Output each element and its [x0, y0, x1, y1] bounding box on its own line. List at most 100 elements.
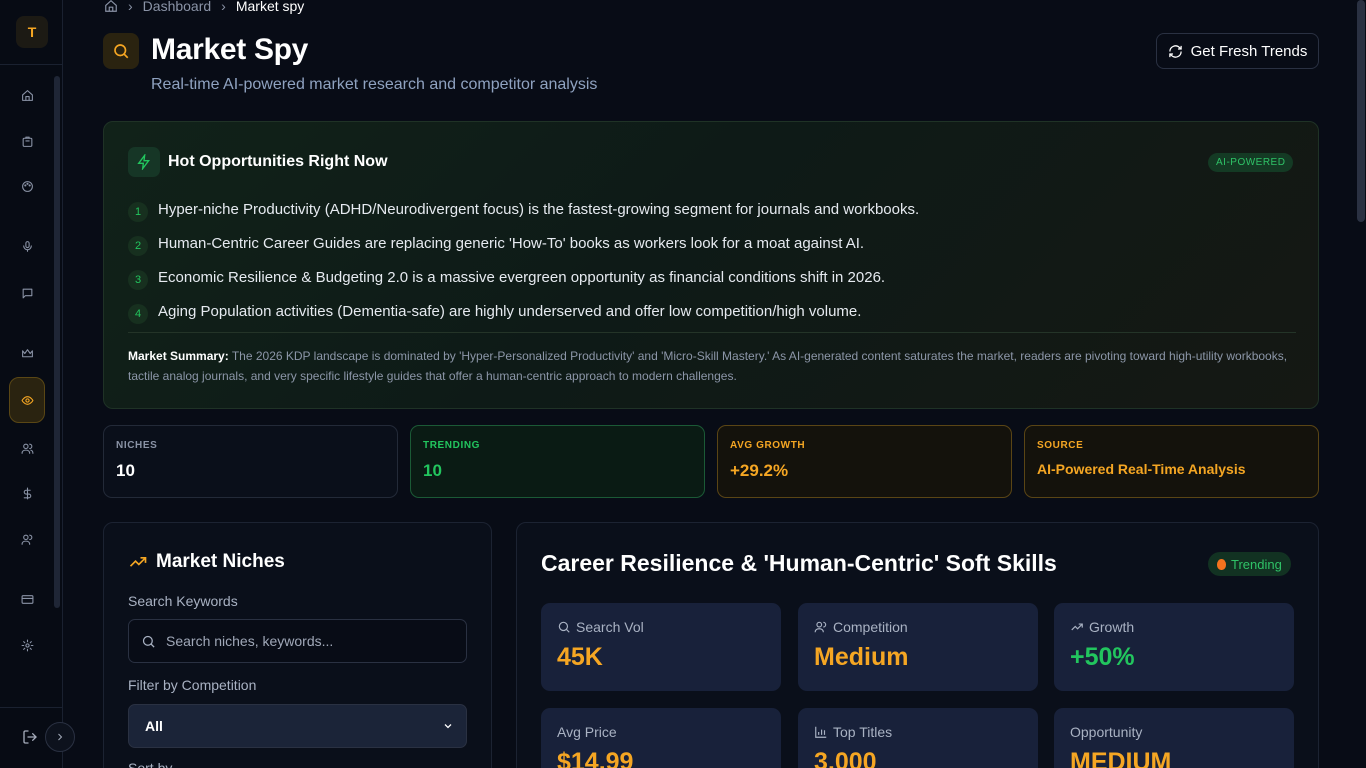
sidebar-item-team[interactable]	[9, 430, 45, 466]
opportunity-number: 3	[128, 270, 148, 290]
stat-label: TRENDING	[423, 440, 481, 451]
page-icon	[103, 33, 139, 69]
opportunity-text: Human-Centric Career Guides are replacin…	[158, 234, 865, 252]
sidebar-item-billing[interactable]	[9, 581, 45, 617]
sidebar-item-settings[interactable]	[9, 627, 45, 663]
sidebar-item-market-spy[interactable]	[9, 377, 45, 423]
refresh-icon	[1168, 44, 1182, 58]
users-icon	[814, 621, 827, 633]
users-icon	[21, 443, 33, 454]
hot-opportunities-card: Hot Opportunities Right Now AI-POWERED 1…	[103, 121, 1319, 409]
opportunity-text: Aging Population activities (Dementia-sa…	[158, 302, 862, 320]
sidebar-item-community[interactable]	[9, 521, 45, 557]
filter-competition-label: Filter by Competition	[128, 677, 257, 693]
competition-filter-value: All	[145, 718, 163, 734]
metric-label-text: Competition	[833, 619, 908, 635]
microphone-icon	[22, 240, 32, 252]
sidebar-scrollbar[interactable]	[54, 76, 60, 608]
trending-badge: Trending	[1208, 552, 1291, 576]
get-fresh-trends-label: Get Fresh Trends	[1190, 42, 1308, 60]
breadcrumb-separator: ›	[221, 0, 226, 14]
stat-value: AI-Powered Real-Time Analysis	[1037, 461, 1246, 477]
metric-label: Growth	[1070, 619, 1278, 635]
metric-avg-price: Avg Price $14.99	[541, 708, 781, 768]
trending-up-icon	[129, 557, 147, 567]
opportunity-list: 1 Hyper-niche Productivity (ADHD/Neurodi…	[128, 192, 919, 328]
breadcrumb-dashboard[interactable]: Dashboard	[143, 0, 212, 14]
lightning-icon	[137, 154, 150, 170]
metric-search-volume: Search Vol 45K	[541, 603, 781, 691]
trending-badge-label: Trending	[1231, 556, 1282, 572]
opportunity-item: 2 Human-Centric Career Guides are replac…	[128, 226, 919, 260]
hot-icon	[128, 147, 160, 177]
dollar-icon	[23, 487, 31, 499]
metric-label: Search Vol	[557, 619, 765, 635]
stat-label: SOURCE	[1037, 440, 1084, 451]
search-keywords-label: Search Keywords	[128, 593, 238, 609]
market-niches-title-text: Market Niches	[156, 551, 285, 572]
breadcrumb: › Dashboard › Market spy	[104, 0, 304, 14]
market-summary-text: The 2026 KDP landscape is dominated by '…	[128, 349, 1288, 383]
sidebar-item-earnings[interactable]	[9, 475, 45, 511]
competition-filter-select[interactable]: All	[128, 704, 467, 748]
chevron-right-icon	[58, 733, 63, 741]
crown-icon	[21, 348, 33, 357]
metric-growth: Growth +50%	[1054, 603, 1294, 691]
market-niches-panel: Market Niches Search Keywords Filter by …	[103, 522, 492, 768]
sort-by-label: Sort by	[128, 760, 173, 768]
search-field[interactable]	[128, 619, 467, 663]
get-fresh-trends-button[interactable]: Get Fresh Trends	[1156, 33, 1319, 69]
stat-value: 10	[423, 461, 442, 480]
opportunity-text: Hyper-niche Productivity (ADHD/Neurodive…	[158, 200, 920, 218]
logout-icon	[23, 730, 37, 744]
metric-label-text: Search Vol	[576, 619, 644, 635]
page-title: Market Spy	[151, 33, 309, 66]
sidebar-item-home[interactable]	[9, 77, 45, 113]
chat-icon	[22, 288, 32, 298]
opportunity-item: 3 Economic Resilience & Budgeting 2.0 is…	[128, 260, 919, 294]
metric-label: Avg Price	[557, 724, 765, 740]
breadcrumb-separator: ›	[128, 0, 133, 14]
sidebar-item-voice[interactable]	[9, 228, 45, 264]
logout-button[interactable]	[22, 729, 38, 750]
metric-value: 3,000	[814, 748, 877, 768]
sidebar-item-chat[interactable]	[9, 275, 45, 311]
market-summary-label: Market Summary:	[128, 349, 229, 363]
metric-competition: Competition Medium	[798, 603, 1038, 691]
metric-label-text: Top Titles	[833, 724, 893, 740]
package-icon	[22, 136, 32, 147]
flame-icon	[1217, 558, 1226, 570]
metric-value: 45K	[557, 643, 603, 671]
avatar[interactable]: T	[16, 16, 48, 48]
stat-avg-growth: AVG GROWTH +29.2%	[717, 425, 1012, 498]
stat-niches: NICHES 10	[103, 425, 398, 498]
chevron-down-icon	[444, 724, 452, 729]
expand-sidebar-button[interactable]	[45, 722, 75, 752]
metric-label: Top Titles	[814, 724, 1022, 740]
sidebar-divider	[0, 64, 63, 65]
stat-label: AVG GROWTH	[730, 440, 806, 451]
metric-label-text: Growth	[1089, 619, 1135, 635]
home-icon[interactable]	[104, 0, 118, 13]
metric-label: Competition	[814, 619, 1022, 635]
sidebar-item-products[interactable]	[9, 123, 45, 159]
metric-value: $14.99	[557, 748, 634, 768]
page-subtitle: Real-time AI-powered market research and…	[151, 76, 598, 93]
palette-icon	[21, 180, 33, 192]
stat-trending: TRENDING 10	[410, 425, 705, 498]
sidebar-divider	[0, 707, 63, 708]
market-summary: Market Summary: The 2026 KDP landscape i…	[128, 346, 1296, 386]
search-input[interactable]	[166, 633, 446, 649]
bar-chart-icon	[815, 726, 827, 738]
stat-value: +29.2%	[730, 461, 789, 480]
metric-value: +50%	[1070, 643, 1135, 671]
gear-icon	[21, 639, 33, 651]
hot-opportunities-title: Hot Opportunities Right Now	[168, 153, 388, 170]
stat-value: 10	[116, 461, 135, 480]
page-scrollbar[interactable]	[1357, 0, 1365, 222]
opportunity-number: 2	[128, 236, 148, 256]
metric-opportunity: Opportunity MEDIUM	[1054, 708, 1294, 768]
sidebar-item-premium[interactable]	[9, 335, 45, 371]
metric-top-titles: Top Titles 3,000	[798, 708, 1038, 768]
sidebar-item-design[interactable]	[9, 168, 45, 204]
